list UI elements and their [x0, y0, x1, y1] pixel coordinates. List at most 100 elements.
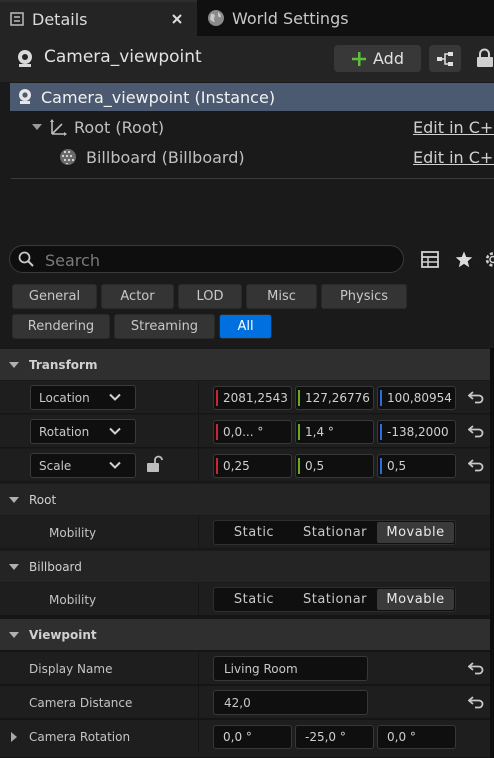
section-transform-label: Transform — [29, 357, 98, 372]
location-y-field[interactable]: 127,26776 — [295, 386, 374, 410]
camera-rotation-x-field[interactable]: 0,0 ° — [213, 725, 292, 749]
close-icon[interactable] — [170, 12, 184, 26]
camera-rotation-z-field[interactable]: 0,0 ° — [377, 725, 456, 749]
display-name-label: Display Name — [29, 661, 113, 676]
mobility-label: Mobility — [49, 592, 97, 607]
tree-item-billboard[interactable]: Billboard (Billboard) Edit in C++ — [10, 143, 494, 171]
filter-general[interactable]: General — [12, 284, 97, 309]
scale-y-field[interactable]: 0,5 — [295, 454, 374, 478]
search-box[interactable] — [9, 245, 404, 273]
table-view-icon[interactable] — [421, 251, 439, 268]
scrollbar[interactable] — [490, 348, 494, 758]
mobility-stationary-option[interactable]: Stationar — [294, 588, 376, 611]
filter-streaming[interactable]: Streaming — [114, 314, 215, 339]
reset-arrow-icon[interactable] — [468, 390, 484, 404]
location-z-value: 100,80954 — [387, 391, 452, 405]
actor-icon — [14, 48, 36, 70]
tab-bar: Details World Settings — [0, 0, 494, 36]
mobility-static-option[interactable]: Static — [214, 521, 294, 544]
camera-distance-value: 42,0 — [224, 695, 251, 710]
camera-rotation-z-value: 0,0 ° — [387, 730, 416, 744]
display-name-field[interactable]: Living Room — [213, 656, 368, 681]
star-icon[interactable] — [455, 251, 473, 268]
reset-arrow-icon[interactable] — [468, 695, 484, 709]
reset-arrow-icon[interactable] — [468, 458, 484, 472]
section-viewpoint-header[interactable]: Viewpoint — [0, 619, 490, 650]
section-root-header[interactable]: Root — [0, 484, 490, 515]
chevron-down-icon — [109, 393, 121, 402]
mobility-static-option[interactable]: Static — [214, 588, 294, 611]
rotation-y-value: 1,4 ° — [305, 425, 334, 439]
mobility-segmented-control[interactable]: Static Stationar Movable — [213, 520, 456, 545]
rotation-y-field[interactable]: 1,4 ° — [295, 420, 374, 444]
tree-item-root[interactable]: Root (Root) Edit in C++ — [10, 113, 494, 141]
x-axis-marker — [216, 390, 218, 406]
filter-rendering[interactable]: Rendering — [12, 314, 110, 339]
rotation-x-value: 0,0... ° — [223, 425, 264, 439]
collapse-arrow-icon[interactable] — [31, 122, 43, 132]
property-row-display-name: Display Name Living Room — [0, 652, 490, 685]
rotation-z-field[interactable]: -138,2000 — [377, 420, 456, 444]
scale-x-field[interactable]: 0,25 — [213, 454, 292, 478]
camera-rotation-y-field[interactable]: -25,0 ° — [295, 725, 374, 749]
location-z-field[interactable]: 100,80954 — [377, 386, 456, 410]
location-dropdown[interactable]: Location — [30, 385, 136, 410]
blueprint-button[interactable] — [429, 45, 461, 72]
y-axis-marker — [298, 424, 300, 440]
chevron-down-icon — [109, 427, 121, 436]
unlock-icon[interactable] — [146, 455, 164, 473]
location-label: Location — [39, 390, 90, 405]
column-divider — [198, 720, 199, 753]
edit-in-cpp-link[interactable]: Edit in C++ — [413, 118, 494, 137]
tree-item-billboard-label: Billboard (Billboard) — [86, 147, 245, 167]
column-divider — [198, 686, 199, 719]
camera-distance-field[interactable]: 42,0 — [213, 690, 368, 715]
section-viewpoint-label: Viewpoint — [29, 627, 97, 642]
tree-item-instance[interactable]: Camera_viewpoint (Instance) — [10, 83, 494, 111]
scale-z-field[interactable]: 0,5 — [377, 454, 456, 478]
settings-icon[interactable] — [484, 251, 494, 268]
scale-dropdown[interactable]: Scale — [30, 453, 136, 478]
section-billboard-label: Billboard — [29, 559, 82, 574]
filter-misc[interactable]: Misc — [246, 284, 317, 309]
column-divider — [198, 449, 199, 482]
z-axis-marker — [380, 458, 382, 474]
mobility-stationary-option[interactable]: Stationar — [294, 521, 376, 544]
collapse-arrow-icon — [8, 495, 20, 505]
reset-arrow-icon[interactable] — [468, 661, 484, 675]
column-divider — [198, 415, 199, 448]
mobility-movable-option[interactable]: Movable — [377, 522, 454, 543]
search-input[interactable] — [43, 250, 387, 270]
property-row-scale: Scale 0,25 0,5 0,5 — [0, 449, 490, 482]
add-component-button[interactable]: Add — [334, 45, 421, 72]
filter-physics[interactable]: Physics — [321, 284, 407, 309]
component-tree: Camera_viewpoint (Instance) Root (Root) … — [0, 82, 494, 236]
mobility-movable-option[interactable]: Movable — [377, 589, 454, 610]
x-axis-marker — [216, 424, 218, 440]
location-x-value: 2081,2543 — [223, 391, 288, 405]
section-billboard-header[interactable]: Billboard — [0, 551, 490, 582]
tab-details[interactable]: Details — [0, 0, 197, 36]
y-axis-marker — [298, 458, 300, 474]
y-axis-marker — [298, 390, 300, 406]
location-x-field[interactable]: 2081,2543 — [213, 386, 292, 410]
rotation-x-field[interactable]: 0,0... ° — [213, 420, 292, 444]
tree-divider — [11, 178, 494, 179]
expand-arrow-icon[interactable] — [10, 731, 18, 743]
filter-lod[interactable]: LOD — [178, 284, 242, 309]
section-transform-header[interactable]: Transform — [0, 349, 490, 380]
mobility-segmented-control[interactable]: Static Stationar Movable — [213, 587, 456, 612]
scale-x-value: 0,25 — [223, 459, 250, 473]
tab-world-settings-label: World Settings — [232, 8, 349, 28]
property-row-camera-rotation: Camera Rotation 0,0 ° -25,0 ° 0,0 ° — [0, 720, 490, 758]
filter-actor[interactable]: Actor — [101, 284, 174, 309]
filter-all[interactable]: All — [219, 314, 272, 339]
edit-in-cpp-link[interactable]: Edit in C++ — [413, 148, 494, 167]
lock-icon[interactable] — [475, 48, 494, 68]
rotation-dropdown[interactable]: Rotation — [30, 419, 136, 444]
chevron-down-icon — [109, 461, 121, 470]
tree-item-root-label: Root (Root) — [74, 117, 165, 137]
reset-arrow-icon[interactable] — [468, 424, 484, 438]
tab-world-settings[interactable]: World Settings — [198, 0, 494, 36]
tree-item-instance-label: Camera_viewpoint (Instance) — [41, 87, 276, 107]
